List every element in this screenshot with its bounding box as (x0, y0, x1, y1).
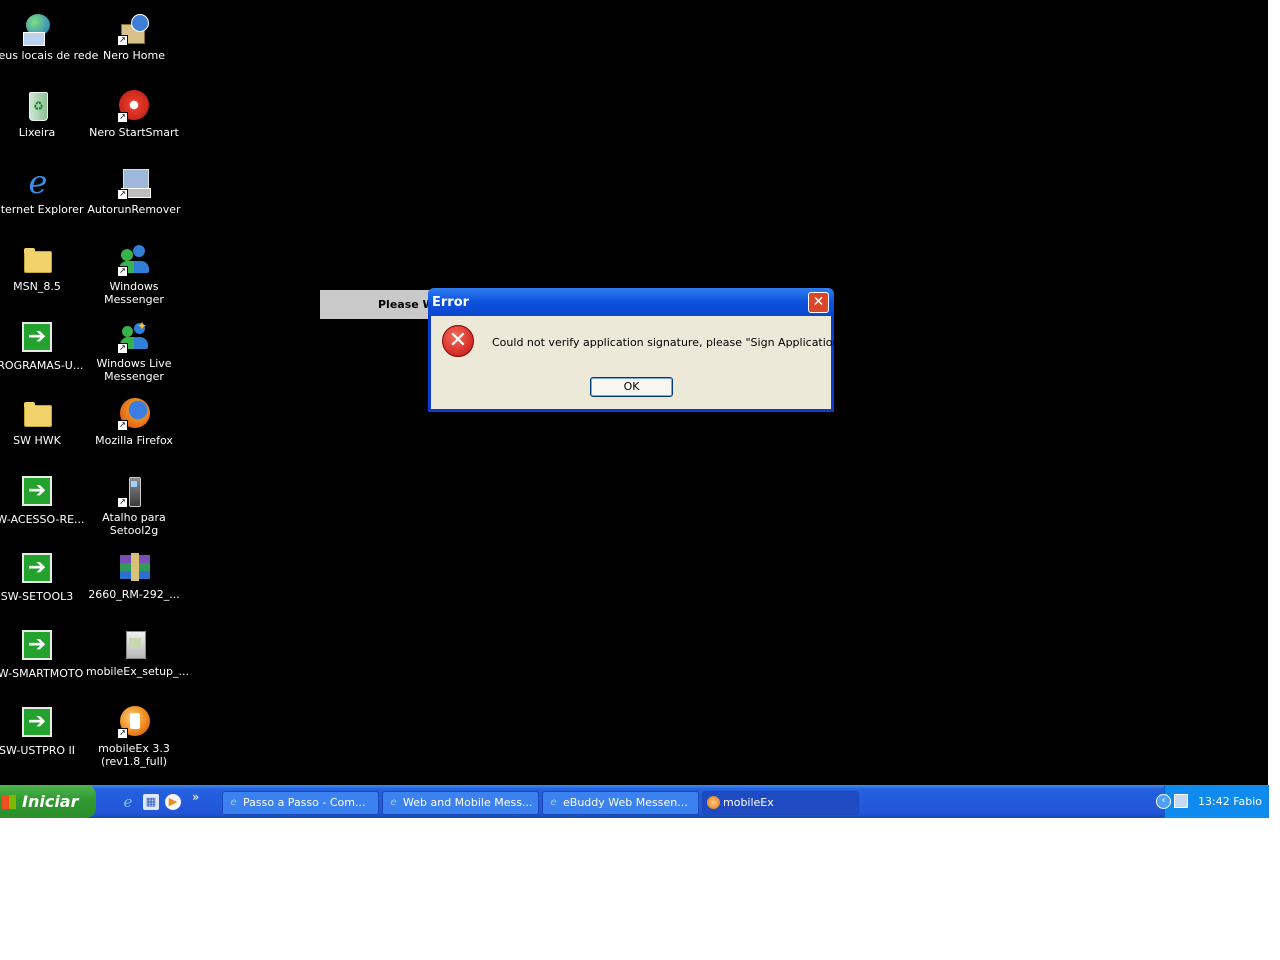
internet-explorer-icon: e (230, 797, 237, 808)
arrow-shortcut-icon: ➔ (20, 630, 54, 664)
desktop-icon-label: Windows Messenger (104, 280, 164, 306)
close-icon: ✕ (812, 294, 825, 310)
recycle-bin-icon: ♻ (20, 89, 54, 123)
taskbar-button-label: mobileEx (723, 796, 774, 809)
desktop-icon-sw-hwk[interactable]: SW HWK (0, 397, 85, 447)
clock[interactable]: 13:42 Fabio (1198, 785, 1262, 818)
desktop-icon-mobileex[interactable]: ↗ mobileEx 3.3 (rev1.8_full) (86, 705, 182, 768)
internet-explorer-icon: e (550, 797, 557, 808)
desktop-icon-setool2g[interactable]: ↗ Atalho para Setool2g (86, 474, 182, 537)
mobileex-icon: ↗ (117, 705, 151, 739)
desktop-icon-label: SW HWK (13, 434, 61, 447)
quicklaunch-ie-icon[interactable]: e (120, 794, 136, 810)
desktop-icon-label: AutorunRemover (87, 203, 181, 216)
desktop: Meus locais de rede ↗ Nero Home ♻ Lixeir… (0, 0, 1268, 785)
desktop-icon-label: 2660_RM-292_... (88, 588, 180, 601)
desktop-icon-mobileex-setup[interactable]: mobileEx_setup_... (86, 628, 190, 678)
desktop-icon-sw-acesso[interactable]: ➔ SW-ACESSO-RE... (0, 474, 85, 526)
desktop-icon-sw-setool3[interactable]: ➔ SW-SETOOL3 (0, 551, 85, 603)
dialog-titlebar[interactable]: Error (428, 288, 834, 316)
desktop-icon-label: Lixeira (18, 126, 56, 139)
internet-explorer-icon: e (28, 163, 48, 201)
desktop-icon-label: Nero Home (103, 49, 165, 62)
arrow-shortcut-icon: ➔ (20, 322, 54, 356)
please-wait-label: Please W (378, 298, 435, 311)
desktop-icon-label: mobileEx 3.3 (rev1.8_full) (98, 742, 170, 768)
taskbar-button[interactable]: e eBuddy Web Messen... (542, 791, 699, 815)
desktop-icon-mozilla-firefox[interactable]: ↗ Mozilla Firefox (86, 397, 182, 447)
taskbar-button-active[interactable]: mobileEx (702, 791, 859, 815)
nero-startsmart-icon: ↗ (117, 89, 151, 123)
desktop-icon-label: Mozilla Firefox (95, 434, 173, 447)
desktop-icon-label: mobileEx_setup_... (86, 665, 190, 678)
ok-button[interactable]: OK (590, 377, 673, 397)
quicklaunch-chevron-icon[interactable]: » (192, 790, 199, 804)
taskbar: Iniciar e ▦ ▶ » e Passo a Passo - Com...… (0, 785, 1269, 818)
desktop-icon-nero-startsmart[interactable]: ↗ Nero StartSmart (86, 89, 182, 139)
desktop-icon-nero-home[interactable]: ↗ Nero Home (86, 12, 182, 62)
error-dialog: Error ✕ ✕ Could not verify application s… (428, 288, 877, 412)
desktop-icon-sw-smartmoto[interactable]: ➔ SW-SMARTMOTO (0, 628, 85, 680)
desktop-icon-network-places[interactable]: Meus locais de rede (0, 12, 99, 62)
folder-icon (20, 397, 54, 431)
desktop-icon-label: MSN_8.5 (13, 280, 61, 293)
quicklaunch-media-player-icon[interactable]: ▶ (165, 794, 181, 810)
taskbar-button-label: Web and Mobile Mess... (403, 796, 533, 809)
network-connection-icon[interactable] (1174, 794, 1188, 808)
taskbar-button-label: eBuddy Web Messen... (563, 796, 688, 809)
winrar-archive-icon (117, 551, 151, 585)
setup-installer-icon (117, 628, 151, 662)
mobileex-icon (707, 796, 720, 809)
tray-expand-icon[interactable]: ‹ (1156, 794, 1171, 809)
network-places-icon (20, 12, 54, 46)
desktop-icon-label: Meus locais de rede (0, 49, 99, 62)
arrow-shortcut-icon: ➔ (20, 707, 54, 741)
dialog-body: ✕ Could not verify application signature… (431, 316, 877, 409)
windows-live-messenger-icon: ✦ ↗ (117, 320, 151, 354)
windows-logo-icon (2, 795, 16, 809)
desktop-icon-label: SW-SETOOL3 (0, 590, 74, 603)
internet-explorer-icon: e (390, 797, 397, 808)
windows-messenger-icon: ↗ (117, 243, 151, 277)
quicklaunch-desktop-icon[interactable]: ▦ (143, 794, 159, 810)
error-icon: ✕ (442, 325, 474, 357)
desktop-icon-label: Windows Live Messenger (96, 357, 172, 383)
desktop-icon-msn-folder[interactable]: MSN_8.5 (0, 243, 85, 293)
desktop-icon-recycle-bin[interactable]: ♻ Lixeira (0, 89, 85, 139)
desktop-icon-autorun-remover[interactable]: ↗ AutorunRemover (86, 166, 182, 216)
start-label: Iniciar (22, 792, 79, 811)
desktop-icon-label: Nero StartSmart (89, 126, 179, 139)
desktop-icon-2660-archive[interactable]: 2660_RM-292_... (86, 551, 182, 601)
arrow-shortcut-icon: ➔ (20, 553, 54, 587)
dialog-title: Error (432, 295, 470, 310)
desktop-icon-label: SW-ACESSO-RE... (0, 513, 85, 526)
system-tray: ‹ 13:42 Fabio (1156, 785, 1269, 818)
desktop-icon-label: SW-USTPRO II (0, 744, 76, 757)
folder-icon (20, 243, 54, 277)
taskbar-button[interactable]: e Web and Mobile Mess... (382, 791, 539, 815)
taskbar-button[interactable]: e Passo a Passo - Com... (222, 791, 379, 815)
autorun-remover-icon: ↗ (117, 166, 151, 200)
firefox-icon: ↗ (117, 397, 151, 431)
error-message: Could not verify application signature, … (492, 336, 878, 349)
close-button[interactable]: ✕ (808, 292, 829, 313)
arrow-shortcut-icon: ➔ (20, 476, 54, 510)
start-button[interactable]: Iniciar (0, 785, 96, 818)
nero-home-icon: ↗ (117, 12, 151, 46)
desktop-icon-label: SW-SMARTMOTO (0, 667, 84, 680)
desktop-icon-internet-explorer[interactable]: e Internet Explorer (0, 166, 85, 216)
phone-icon: ↗ (117, 474, 151, 508)
desktop-icon-sw-ustpro[interactable]: ➔ SW-USTPRO II (0, 705, 85, 757)
desktop-icon-programas[interactable]: ➔ PROGRAMAS-U... (0, 320, 85, 372)
desktop-icon-windows-live-messenger[interactable]: ✦ ↗ Windows Live Messenger (86, 320, 182, 384)
taskbar-button-label: Passo a Passo - Com... (243, 796, 366, 809)
desktop-icon-label: Internet Explorer (0, 203, 84, 216)
desktop-icon-label: Atalho para Setool2g (102, 511, 166, 537)
desktop-icon-windows-messenger[interactable]: ↗ Windows Messenger (86, 243, 182, 306)
desktop-icon-label: PROGRAMAS-U... (0, 359, 84, 372)
